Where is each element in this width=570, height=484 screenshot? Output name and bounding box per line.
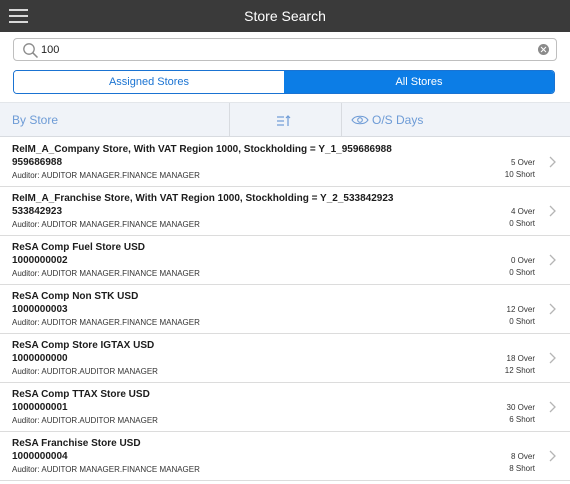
short-count: 0 Short xyxy=(509,219,535,228)
list-item[interactable]: ReIM_A_Company Store, With VAT Region 10… xyxy=(0,138,570,187)
store-auditor: Auditor: AUDITOR MANAGER.FINANCE MANAGER xyxy=(12,465,200,474)
divider xyxy=(341,103,342,137)
over-count: 0 Over xyxy=(510,256,535,265)
over-count: 4 Over xyxy=(510,207,535,216)
tab-assigned-stores[interactable]: Assigned Stores xyxy=(14,71,284,93)
store-number: 1000000002 xyxy=(12,255,68,266)
store-number: 1000000001 xyxy=(12,402,68,413)
store-number: 533842923 xyxy=(12,206,63,217)
store-number: 1000000003 xyxy=(12,304,68,315)
store-auditor: Auditor: AUDITOR.AUDITOR MANAGER xyxy=(12,416,158,425)
list-item[interactable]: ReSA Franchise Store USD 1000000004 Audi… xyxy=(0,432,570,481)
store-auditor: Auditor: AUDITOR MANAGER.FINANCE MANAGER xyxy=(12,171,200,180)
list-item[interactable]: ReIM_A_Franchise Store, With VAT Region … xyxy=(0,187,570,236)
store-auditor: Auditor: AUDITOR MANAGER.FINANCE MANAGER xyxy=(12,318,200,327)
chevron-right-icon xyxy=(549,303,556,315)
store-scope-toggle: Assigned Stores All Stores xyxy=(13,70,555,94)
chevron-right-icon xyxy=(549,254,556,266)
sort-by-store-button[interactable]: By Store xyxy=(12,103,58,137)
short-count: 10 Short xyxy=(504,170,535,179)
sort-bar: By Store O/S Days xyxy=(0,102,570,137)
short-count: 0 Short xyxy=(509,268,535,277)
chevron-right-icon xyxy=(549,401,556,413)
eye-icon xyxy=(351,115,369,125)
short-count: 6 Short xyxy=(509,415,535,424)
tab-all-stores[interactable]: All Stores xyxy=(284,71,554,93)
store-number: 959686988 xyxy=(12,157,63,168)
list-item[interactable]: ReSA Comp TTAX Store USD 1000000001 Audi… xyxy=(0,383,570,432)
search-icon xyxy=(23,43,39,59)
search-input[interactable] xyxy=(41,41,521,58)
sort-os-days-button[interactable]: O/S Days xyxy=(351,103,423,137)
store-name: ReSA Comp Non STK USD xyxy=(12,291,139,302)
store-name: ReSA Comp Fuel Store USD xyxy=(12,242,145,253)
chevron-right-icon xyxy=(549,450,556,462)
store-auditor: Auditor: AUDITOR.AUDITOR MANAGER xyxy=(12,367,158,376)
title-bar: Store Search xyxy=(0,0,570,32)
over-count: 8 Over xyxy=(510,452,535,461)
store-name: ReSA Comp TTAX Store USD xyxy=(12,389,150,400)
chevron-right-icon xyxy=(549,156,556,168)
short-count: 0 Short xyxy=(509,317,535,326)
clear-search-icon[interactable] xyxy=(538,44,549,55)
page-title: Store Search xyxy=(244,8,326,24)
chevron-right-icon xyxy=(549,205,556,217)
short-count: 12 Short xyxy=(504,366,535,375)
chevron-right-icon xyxy=(549,352,556,364)
search-bar[interactable] xyxy=(13,38,557,61)
over-count: 12 Over xyxy=(506,305,535,314)
store-auditor: Auditor: AUDITOR MANAGER.FINANCE MANAGER xyxy=(12,269,200,278)
over-count: 18 Over xyxy=(506,354,535,363)
list-item[interactable]: ReSA Comp Non STK USD 1000000003 Auditor… xyxy=(0,285,570,334)
short-count: 8 Short xyxy=(509,464,535,473)
store-list: ReIM_A_Company Store, With VAT Region 10… xyxy=(0,138,570,481)
store-name: ReIM_A_Franchise Store, With VAT Region … xyxy=(12,193,394,204)
over-count: 30 Over xyxy=(506,403,535,412)
over-count: 5 Over xyxy=(510,158,535,167)
store-number: 1000000004 xyxy=(12,451,68,462)
sort-os-days-label: O/S Days xyxy=(372,113,424,127)
store-name: ReSA Comp Store IGTAX USD xyxy=(12,340,155,351)
sort-order-button[interactable] xyxy=(276,103,292,137)
store-auditor: Auditor: AUDITOR MANAGER.FINANCE MANAGER xyxy=(12,220,200,229)
sort-order-icon xyxy=(277,114,291,126)
divider xyxy=(229,103,230,137)
list-item[interactable]: ReSA Comp Store IGTAX USD 1000000000 Aud… xyxy=(0,334,570,383)
store-number: 1000000000 xyxy=(12,353,68,364)
store-name: ReSA Franchise Store USD xyxy=(12,438,141,449)
list-item[interactable]: ReSA Comp Fuel Store USD 1000000002 Audi… xyxy=(0,236,570,285)
store-name: ReIM_A_Company Store, With VAT Region 10… xyxy=(12,144,392,155)
